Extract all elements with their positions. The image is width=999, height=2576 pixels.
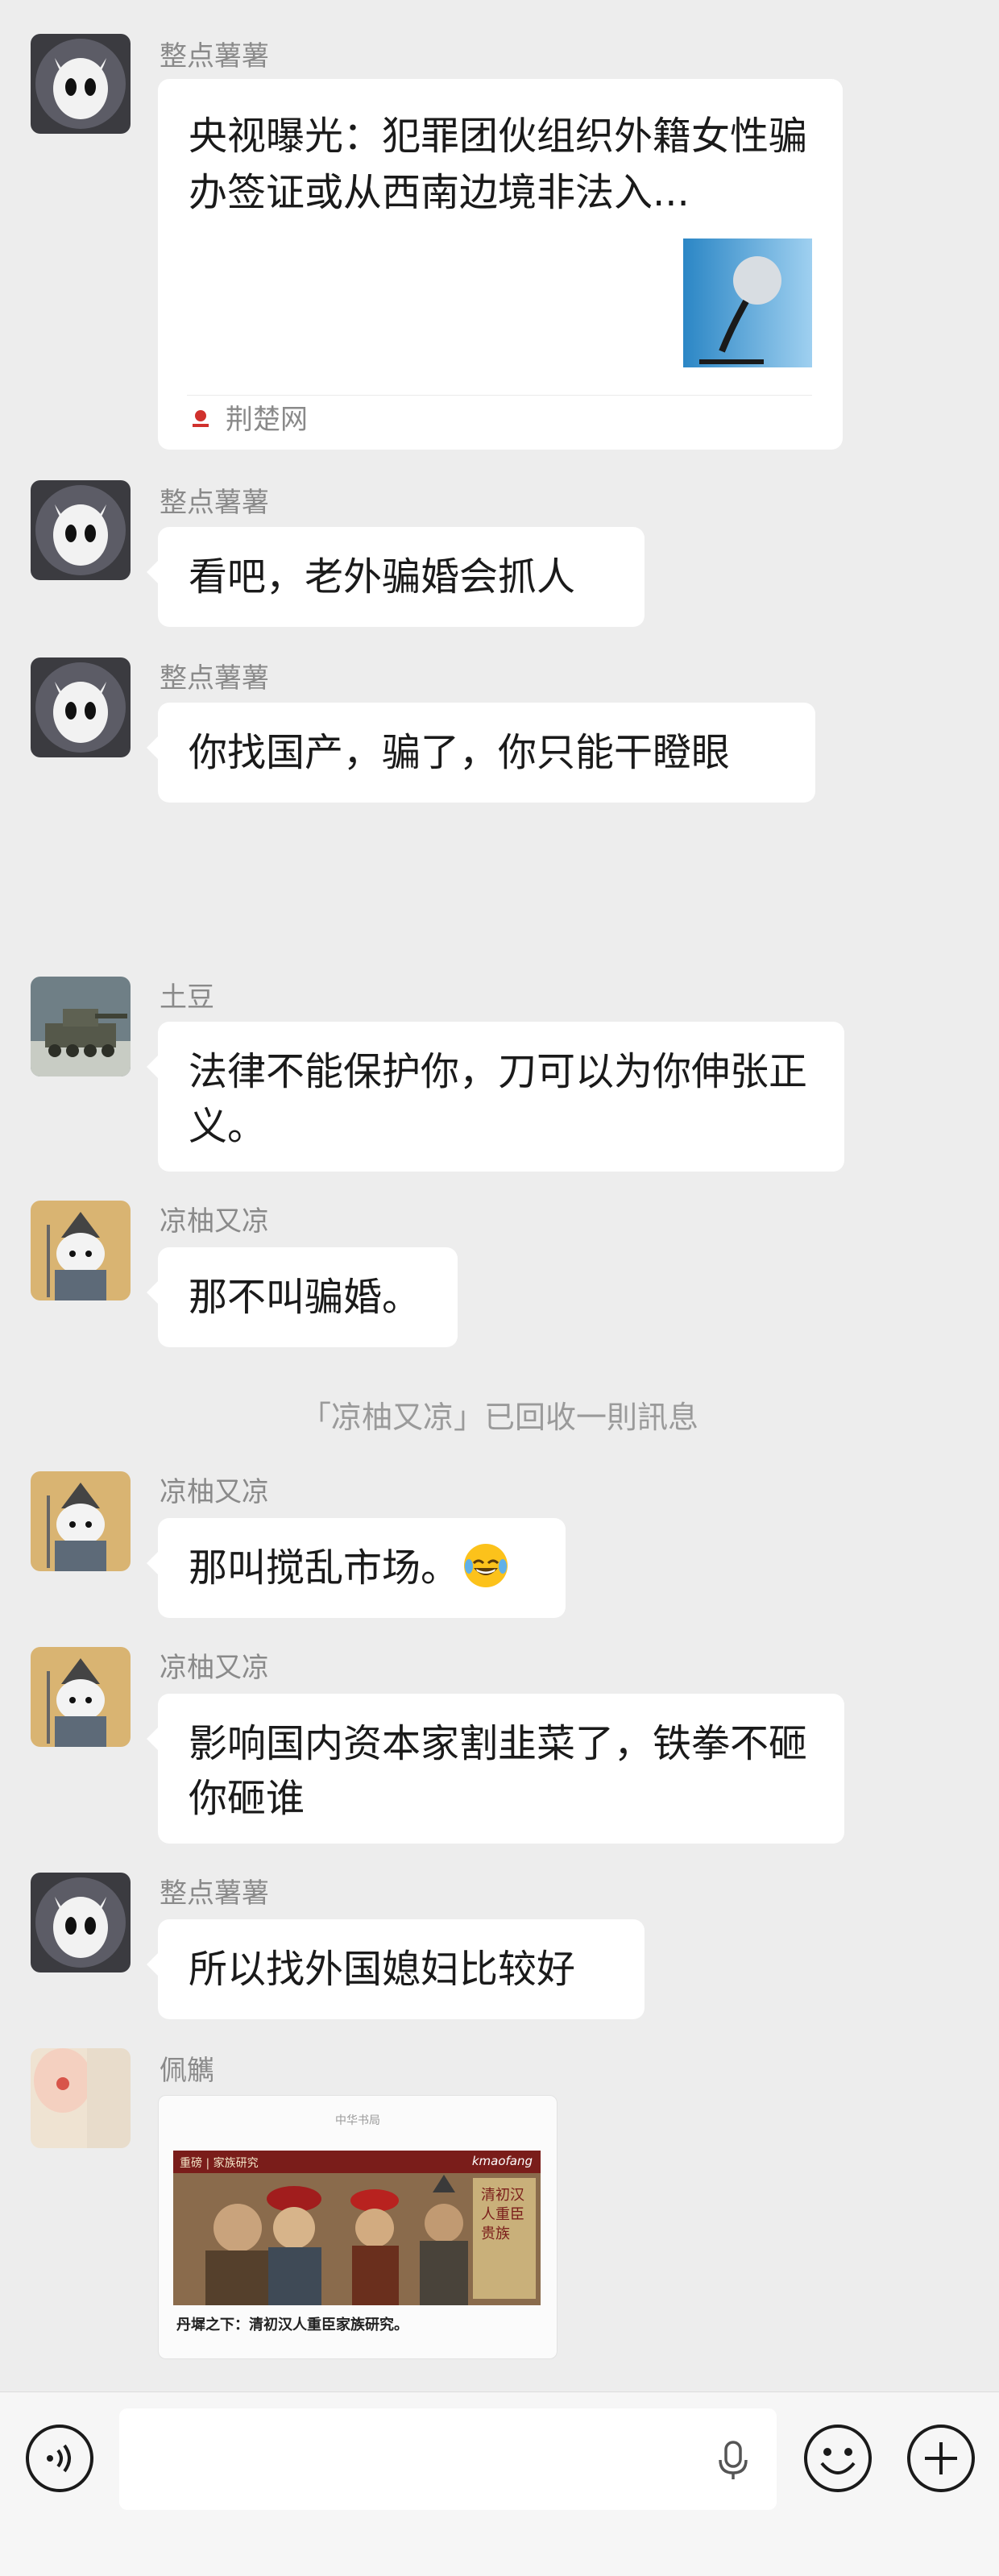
sender-name: 土豆 (160, 981, 214, 1014)
emoji-icon[interactable] (802, 2423, 873, 2494)
sender-name: 整点薯薯 (160, 662, 269, 695)
article-brand: kmaofang (471, 2154, 533, 2168)
article-card[interactable]: 中华书局 重磅 | 家族研究 kmaofang 清初汉人重臣贵族 丹墀之下：清初… (158, 2095, 558, 2359)
avatar-liangyou[interactable] (31, 1201, 131, 1300)
article-side-text: 清初汉人重臣贵族 (481, 2187, 524, 2242)
divider (187, 395, 812, 396)
sender-name: 整点薯薯 (160, 40, 269, 73)
message-text: 那叫搅乱市场。 (189, 1545, 460, 1591)
sender-name: 凉柚又凉 (160, 1205, 269, 1238)
article-tag: 重磅 | 家族研究 (180, 2157, 259, 2170)
article-caption: 丹墀之下：清初汉人重臣家族研究。 (176, 2317, 408, 2333)
link-card-source: 荆楚网 (226, 404, 308, 436)
message-bubble[interactable]: 那叫搅乱市场。 (147, 1518, 566, 1618)
message-bubble[interactable]: 所以找外国媳妇比较好 (147, 1919, 645, 2019)
sender-name: 整点薯薯 (160, 1877, 269, 1910)
message-bubble[interactable]: 看吧，老外骗婚会抓人 (147, 527, 645, 627)
avatar-zhengdian[interactable] (31, 34, 131, 134)
avatar-peixi[interactable] (31, 2048, 131, 2148)
sender-name: 凉柚又凉 (160, 1652, 269, 1684)
avatar-zhengdian[interactable] (31, 657, 131, 757)
article-cover: 重磅 | 家族研究 kmaofang 清初汉人重臣贵族 (173, 2151, 541, 2305)
article-header: 中华书局 (335, 2114, 380, 2127)
message-input[interactable] (119, 2408, 777, 2510)
avatar-zhengdian[interactable] (31, 480, 131, 580)
message-bubble[interactable]: 你找国产，骗了，你只能干瞪眼 (147, 703, 815, 803)
jingchu-logo-icon (189, 408, 213, 432)
link-card-title: 央视曝光：犯罪团伙组织外籍女性骗办签证或从西南边境非法入... (189, 114, 808, 215)
message-bubble[interactable]: 影响国内资本家割韭菜了，铁拳不砸你砸谁 (147, 1694, 844, 1844)
plus-icon[interactable] (906, 2423, 976, 2494)
sender-name: 整点薯薯 (160, 487, 269, 519)
message-bubble[interactable]: 法律不能保护你，刀可以为你伸张正义。 (147, 1022, 844, 1172)
avatar-liangyou[interactable] (31, 1647, 131, 1747)
message-bubble[interactable]: 那不叫骗婚。 (147, 1247, 458, 1347)
grin-sweat-emoji (462, 1542, 509, 1589)
sender-name: 凉柚又凉 (160, 1476, 269, 1508)
link-card[interactable]: 央视曝光：犯罪团伙组织外籍女性骗办签证或从西南边境非法入... 荆楚网 (158, 79, 843, 450)
recall-notice: 「凉柚又凉」已回收一則訊息 (300, 1400, 698, 1435)
avatar-zhengdian[interactable] (31, 1873, 131, 1972)
microphone-thumbnail (683, 239, 812, 367)
input-toolbar (0, 2391, 999, 2576)
avatar-tudou[interactable] (31, 977, 131, 1076)
voice-icon[interactable] (24, 2423, 95, 2494)
avatar-liangyou[interactable] (31, 1471, 131, 1571)
sender-name: 佩觽 (160, 2055, 214, 2087)
mic-icon[interactable] (711, 2437, 756, 2483)
